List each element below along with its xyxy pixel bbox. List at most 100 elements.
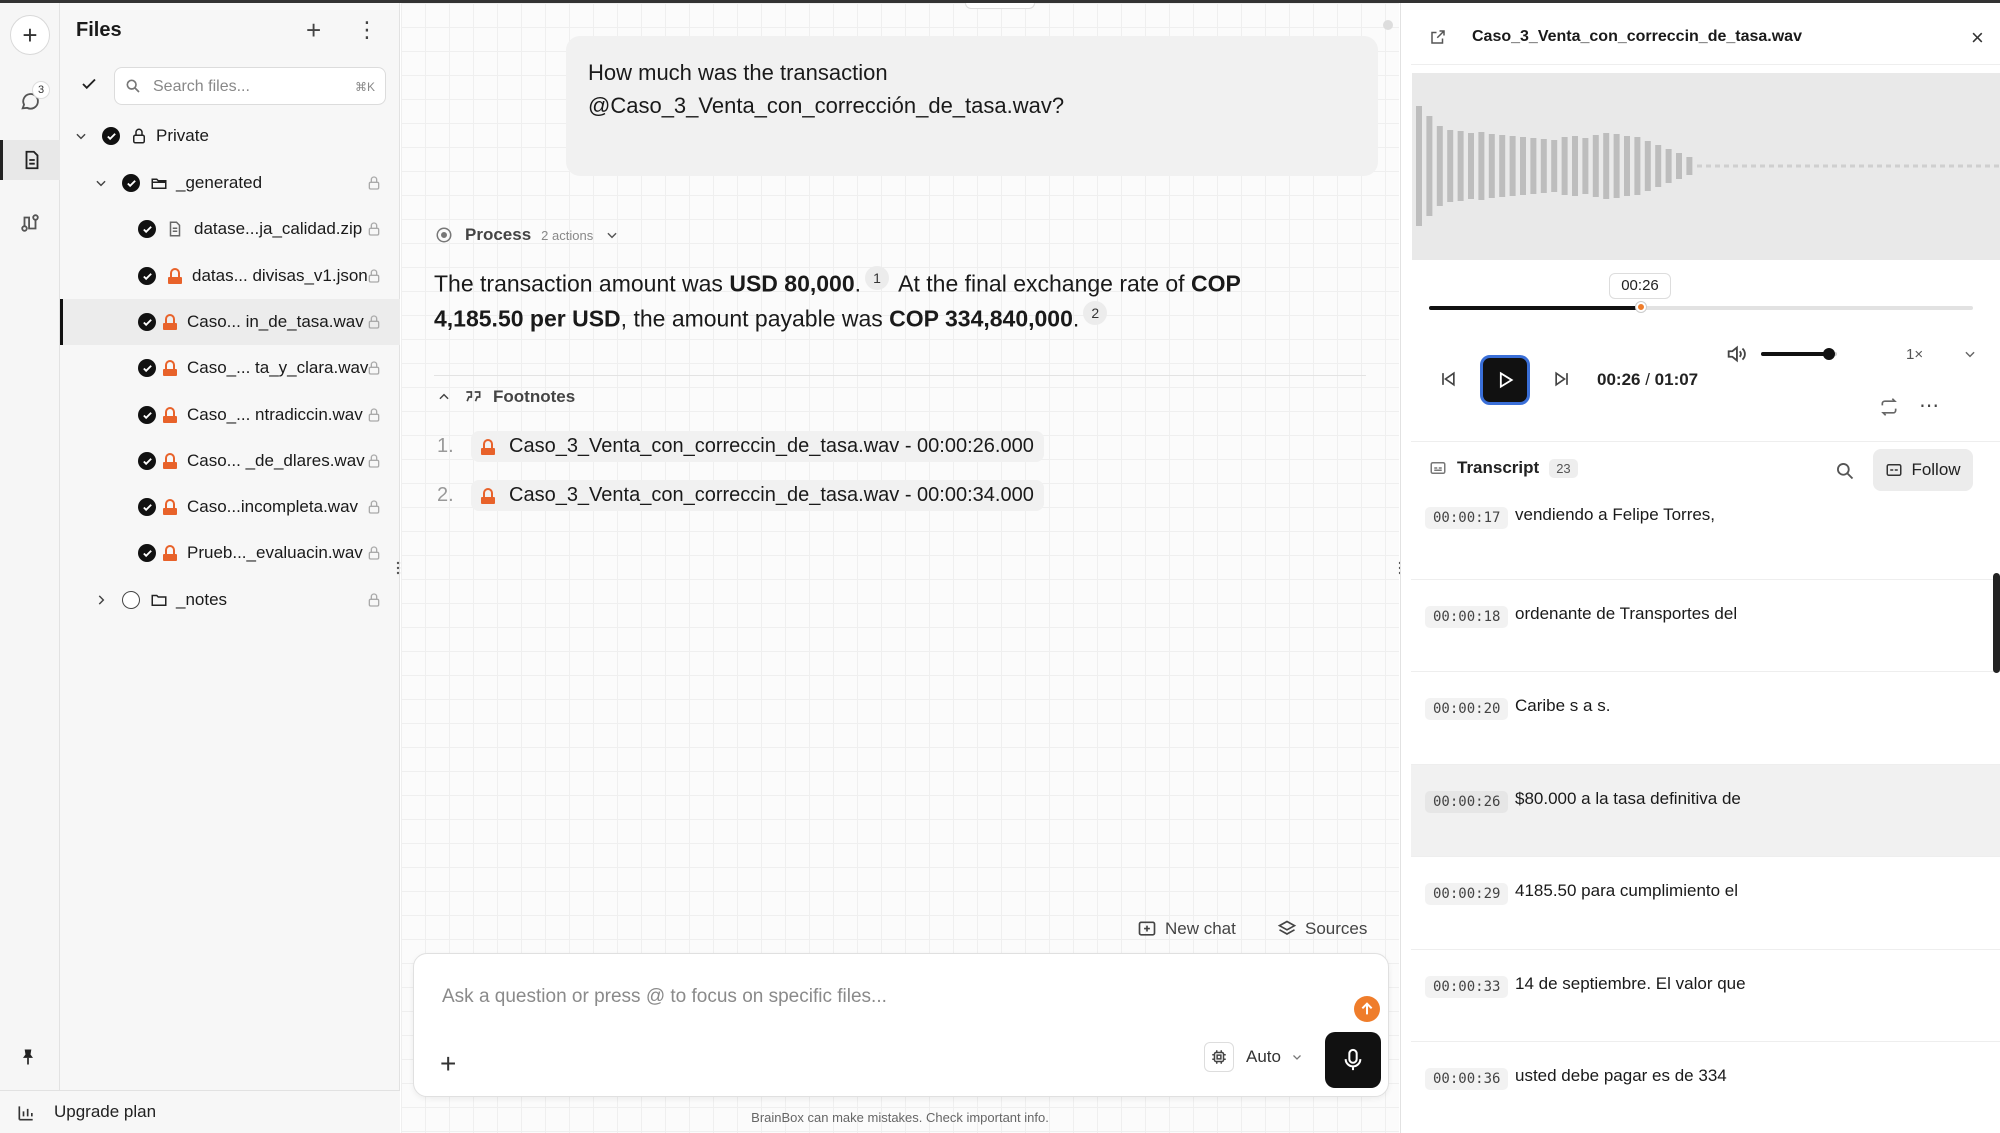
- waveform-bar: [1457, 131, 1464, 201]
- checked-icon[interactable]: [138, 220, 156, 238]
- answer-text: .: [854, 270, 862, 297]
- citation-marker[interactable]: 2: [1083, 300, 1108, 325]
- process-toggle[interactable]: Process 2 actions: [435, 225, 619, 245]
- pin-icon[interactable]: [18, 1046, 38, 1068]
- file-row[interactable]: Prueb..._evaluacin.wav: [60, 530, 400, 576]
- upgrade-plan-bar[interactable]: Upgrade plan: [0, 1090, 400, 1133]
- audio-file-icon: [161, 498, 179, 516]
- volume-icon[interactable]: [1725, 343, 1747, 365]
- audio-file-icon: [161, 406, 179, 424]
- files-nav-button[interactable]: [0, 140, 60, 180]
- top-drag-tab[interactable]: [965, 3, 1035, 9]
- audio-waveform[interactable]: [1412, 73, 2000, 260]
- transcript-label: Transcript: [1457, 458, 1540, 477]
- skip-forward-button[interactable]: [1551, 368, 1573, 390]
- chevron-right-icon[interactable]: [94, 593, 108, 607]
- tree-label: _generated: [176, 173, 263, 192]
- transcript-segment[interactable]: 00:00:17 vendiendo a Felipe Torres,: [1411, 503, 2000, 577]
- workflow-icon: [21, 214, 39, 232]
- file-row[interactable]: datas... divisas_v1.json: [60, 253, 400, 299]
- playback-rate[interactable]: 1×: [1906, 346, 1923, 363]
- lock-icon: [368, 222, 380, 236]
- folder-row-notes[interactable]: _notes: [60, 577, 400, 623]
- transcript-segment[interactable]: 00:00:29 4185.50 para cumplimiento el: [1411, 856, 2000, 948]
- model-selector[interactable]: Auto: [1204, 1042, 1303, 1072]
- file-row[interactable]: Caso_... ta_y_clara.wav: [60, 345, 400, 391]
- loop-icon[interactable]: [1879, 397, 1899, 417]
- section-divider: [434, 375, 1366, 376]
- footnote-source-chip[interactable]: Caso_3_Venta_con_correccin_de_tasa.wav -…: [471, 480, 1044, 511]
- transcript-segment[interactable]: 00:00:20 Caribe s a s.: [1411, 671, 2000, 763]
- voice-input-button[interactable]: [1325, 1032, 1381, 1088]
- checked-icon[interactable]: [138, 359, 156, 377]
- footnote-item[interactable]: 1. Caso_3_Venta_con_correccin_de_tasa.wa…: [437, 431, 1044, 462]
- unchecked-circle-icon[interactable]: [122, 591, 140, 609]
- citation-marker[interactable]: 1: [865, 266, 890, 290]
- volume-slider[interactable]: [1761, 348, 1837, 360]
- new-item-button[interactable]: +: [10, 15, 50, 55]
- transcript-segment[interactable]: 00:00:33 14 de septiembre. El valor que: [1411, 949, 2000, 1041]
- file-row[interactable]: datase...ja_calidad.zip: [60, 206, 400, 252]
- search-icon[interactable]: [1835, 461, 1855, 481]
- select-all-checkmark-icon[interactable]: [80, 75, 98, 93]
- playback-scrubber[interactable]: [1429, 302, 1973, 312]
- folder-row-generated[interactable]: _generated: [60, 160, 400, 206]
- footnotes-toggle[interactable]: Footnotes: [437, 387, 575, 407]
- segment-timestamp[interactable]: 00:00:20: [1425, 698, 1509, 720]
- chevron-down-icon[interactable]: [74, 129, 88, 143]
- checked-icon[interactable]: [138, 406, 156, 424]
- follow-button[interactable]: Follow: [1873, 449, 1973, 491]
- checked-icon[interactable]: [122, 174, 140, 192]
- file-preview-panel: Caso_3_Venta_con_correccin_de_tasa.wav ×…: [1400, 3, 2000, 1133]
- file-search-input[interactable]: Search files... ⌘K: [114, 67, 386, 105]
- send-button[interactable]: [1354, 996, 1380, 1022]
- more-options-button[interactable]: ⋯: [1919, 393, 1939, 418]
- transcript-segment-active[interactable]: 00:00:26 $80.000 a la tasa definitiva de: [1411, 764, 2000, 856]
- transcript-scrollbar[interactable]: [1993, 573, 2000, 673]
- file-row[interactable]: Caso...incompleta.wav: [60, 484, 400, 530]
- transcript-segment[interactable]: 00:00:36 usted debe pagar es de 334: [1411, 1041, 2000, 1133]
- segment-timestamp[interactable]: 00:00:26: [1425, 791, 1509, 813]
- checked-icon[interactable]: [138, 313, 156, 331]
- checked-icon[interactable]: [138, 544, 156, 562]
- checked-icon[interactable]: [138, 452, 156, 470]
- chat-input[interactable]: Ask a question or press @ to focus on sp…: [442, 986, 887, 1008]
- attach-button[interactable]: +: [440, 1048, 456, 1080]
- files-more-button[interactable]: ⋮: [356, 17, 378, 43]
- segment-timestamp[interactable]: 00:00:18: [1425, 606, 1509, 628]
- volume-knob[interactable]: [1823, 348, 1836, 360]
- footnote-item[interactable]: 2. Caso_3_Venta_con_correccin_de_tasa.wa…: [437, 480, 1044, 511]
- preview-file-title: Caso_3_Venta_con_correccin_de_tasa.wav: [1472, 28, 1802, 45]
- header-divider: [1411, 64, 2000, 65]
- file-row[interactable]: Caso_... ntradiccin.wav: [60, 392, 400, 438]
- footnote-source-chip[interactable]: Caso_3_Venta_con_correccin_de_tasa.wav -…: [471, 431, 1044, 462]
- skip-back-button[interactable]: [1437, 368, 1459, 390]
- section-divider: [1411, 441, 2000, 442]
- waveform-bar: [1426, 116, 1433, 216]
- scrubber-knob[interactable]: [1636, 302, 1647, 312]
- close-preview-button[interactable]: ×: [1971, 25, 1984, 51]
- segment-timestamp[interactable]: 00:00:29: [1425, 883, 1509, 905]
- lock-icon: [368, 176, 380, 190]
- chevron-down-icon[interactable]: [1963, 347, 1977, 361]
- add-file-button[interactable]: +: [306, 15, 321, 46]
- waveform-bar: [1520, 137, 1526, 195]
- transcript-segment[interactable]: 00:00:18 ordenante de Transportes del: [1411, 579, 2000, 671]
- segment-timestamp[interactable]: 00:00:17: [1425, 507, 1509, 529]
- segment-timestamp[interactable]: 00:00:33: [1425, 976, 1509, 998]
- open-external-icon[interactable]: [1429, 28, 1447, 46]
- chevron-down-icon[interactable]: [94, 176, 108, 190]
- sources-label: Sources: [1305, 919, 1368, 938]
- checked-icon[interactable]: [138, 498, 156, 516]
- play-button[interactable]: [1480, 355, 1530, 405]
- folder-row-private[interactable]: Private: [60, 113, 400, 159]
- file-row-selected[interactable]: Caso... in_de_tasa.wav: [60, 299, 400, 345]
- workflows-nav-button[interactable]: [10, 203, 50, 243]
- checked-icon[interactable]: [102, 127, 120, 145]
- new-chat-button[interactable]: New chat: [1137, 919, 1236, 939]
- file-row[interactable]: Caso... _de_dlares.wav: [60, 438, 400, 484]
- checked-icon[interactable]: [138, 267, 156, 285]
- left-rail: + 3: [0, 3, 60, 1133]
- sources-button[interactable]: Sources: [1277, 919, 1367, 939]
- segment-timestamp[interactable]: 00:00:36: [1425, 1068, 1509, 1090]
